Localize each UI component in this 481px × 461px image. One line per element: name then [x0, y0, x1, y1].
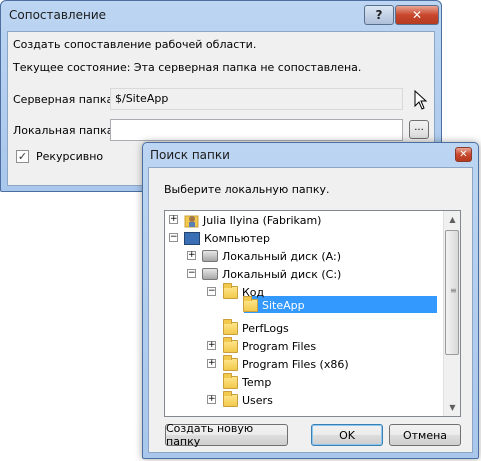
mapping-dialog-title: Сопоставление: [9, 8, 107, 22]
expand-program-files-x86-icon[interactable]: +: [207, 359, 216, 368]
tree-item-label: Temp: [242, 375, 272, 389]
folder-icon: [243, 295, 258, 312]
expand-drive-a-icon[interactable]: +: [187, 251, 196, 260]
folder-icon: [223, 372, 238, 389]
disk-drive-icon: [202, 268, 218, 280]
tree-item-drive-c[interactable]: Локальный диск (C:): [202, 266, 341, 282]
scrollbar-thumb[interactable]: ≡: [445, 230, 459, 355]
new-folder-button[interactable]: Создать новую папку: [165, 422, 288, 448]
mouse-cursor-icon: [414, 90, 428, 110]
recursive-label: Рекурсивно: [36, 150, 104, 163]
tree-item-label: Компьютер: [204, 231, 270, 245]
tree-item-temp[interactable]: Temp: [223, 372, 272, 390]
tree-item-drive-a[interactable]: Локальный диск (A:): [202, 248, 341, 264]
tree-item-user[interactable]: Julia Ilyina (Fabrikam): [184, 212, 321, 228]
tree-item-label: Локальный диск (C:): [222, 267, 342, 281]
browse-folder-dialog: Поиск папки ✕ Выберите локальную папку. …: [142, 142, 479, 459]
browse-close-button[interactable]: ✕: [455, 147, 472, 162]
browse-button[interactable]: ...: [409, 120, 429, 139]
collapse-computer-icon[interactable]: −: [169, 233, 178, 242]
local-folder-input[interactable]: [110, 119, 403, 141]
tree-item-label: Julia Ilyina (Fabrikam): [203, 213, 322, 227]
cancel-button[interactable]: Отмена: [389, 424, 461, 446]
recursive-checkbox[interactable]: ✓: [16, 150, 29, 163]
folder-icon: [223, 336, 238, 353]
help-button[interactable]: ?: [364, 5, 394, 25]
folder-icon: [223, 282, 238, 299]
tree-item-program-files[interactable]: Program Files: [223, 336, 317, 354]
server-folder-value: $/SiteApp: [115, 92, 169, 105]
local-folder-label: Локальная папка:: [13, 124, 118, 137]
computer-icon: [184, 231, 200, 245]
scroll-up-arrow-icon[interactable]: ▲: [444, 211, 460, 228]
folder-tree[interactable]: + Julia Ilyina (Fabrikam) − Компьютер + …: [164, 210, 461, 417]
folder-icon: [223, 354, 238, 371]
server-folder-label: Серверная папка:: [13, 93, 117, 106]
tree-item-label: PerfLogs: [242, 321, 289, 335]
server-folder-field: $/SiteApp: [110, 88, 403, 110]
create-mapping-text: Создать сопоставление рабочей области.: [13, 38, 257, 51]
scroll-down-arrow-icon[interactable]: ▼: [444, 399, 460, 416]
tree-item-siteapp[interactable]: SiteApp: [243, 295, 307, 313]
disk-drive-icon: [202, 250, 218, 262]
user-folder-icon: [184, 213, 199, 228]
browse-dialog-body: Выберите локальную папку. + Julia Ilyina…: [148, 167, 473, 453]
folder-icon: [223, 390, 238, 407]
current-status-text: Текущее состояние: Эта серверная папка н…: [13, 61, 362, 74]
tree-item-computer[interactable]: Компьютер: [184, 230, 270, 246]
browse-dialog-title: Поиск папки: [150, 148, 230, 162]
tree-item-label: Локальный диск (A:): [222, 249, 341, 263]
collapse-kod-icon[interactable]: −: [207, 287, 216, 296]
expand-user-icon[interactable]: +: [169, 215, 178, 224]
mapping-dialog-titlebar[interactable]: Сопоставление ? ✕: [1, 1, 441, 31]
tree-item-users[interactable]: Users: [223, 390, 273, 408]
folder-icon: [223, 318, 238, 335]
tree-item-label: Program Files (x86): [242, 357, 349, 371]
tree-item-label: Program Files: [242, 339, 317, 353]
browse-prompt: Выберите локальную папку.: [164, 183, 330, 196]
tree-item-perflogs[interactable]: PerfLogs: [223, 318, 289, 336]
close-button[interactable]: ✕: [395, 5, 439, 25]
scrollbar-grip-icon: ≡: [450, 286, 457, 295]
ok-button[interactable]: OK: [311, 424, 383, 446]
tree-item-label-selected: SiteApp: [260, 298, 307, 312]
tree-item-program-files-x86[interactable]: Program Files (x86): [223, 354, 349, 372]
expand-program-files-icon[interactable]: +: [207, 341, 216, 350]
expand-users-icon[interactable]: +: [207, 395, 216, 404]
tree-scrollbar[interactable]: ▲ ≡ ▼: [443, 211, 460, 416]
collapse-drive-c-icon[interactable]: −: [187, 269, 196, 278]
tree-item-label: Users: [242, 393, 273, 407]
